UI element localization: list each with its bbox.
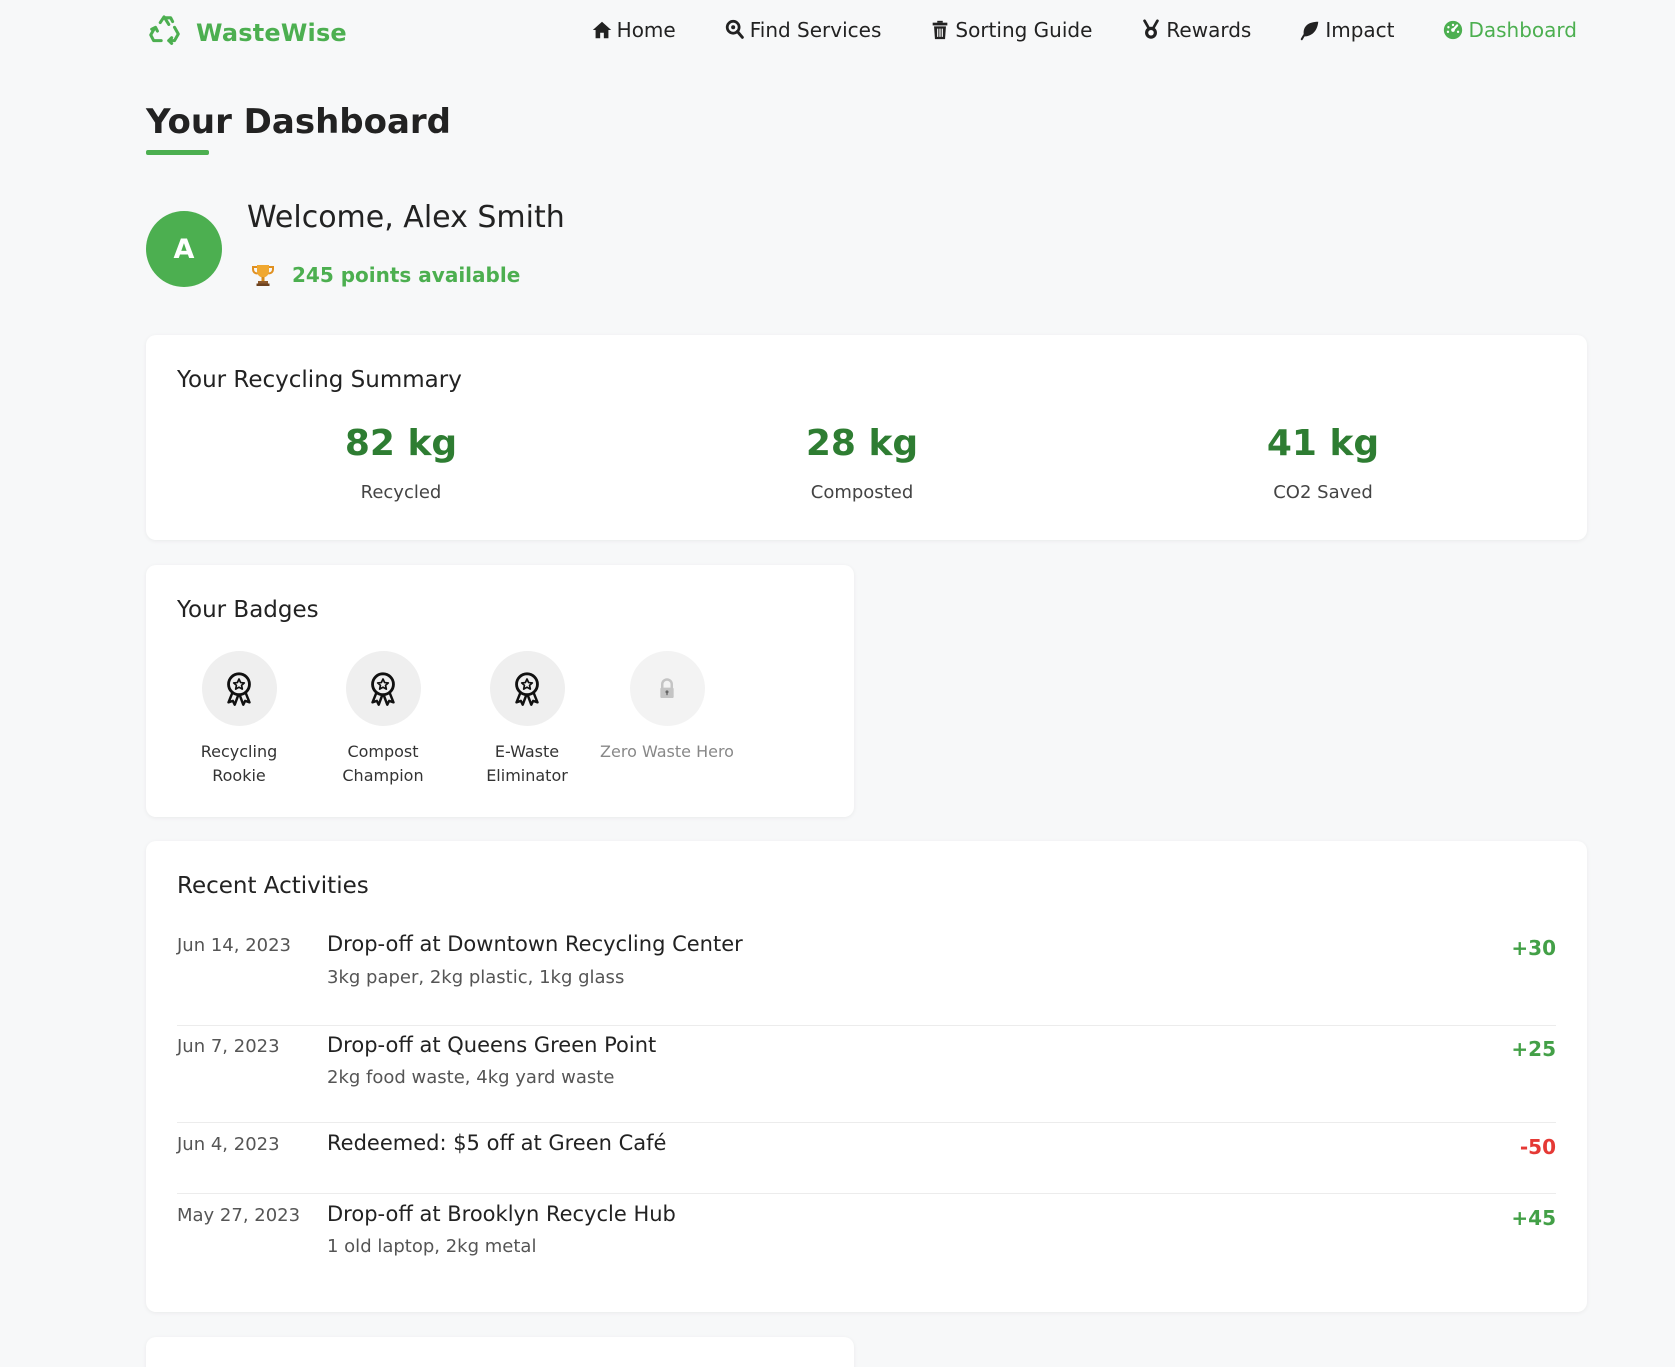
badge-circle xyxy=(489,651,565,726)
badge-label-line1: E-Waste xyxy=(494,742,560,761)
activity-detail: 2kg food waste, 4kg yard waste xyxy=(327,1067,615,1088)
stat-composted: 28 kg Composted xyxy=(712,423,1012,503)
stat-label: Recycled xyxy=(360,482,442,503)
badge-label-line1: Compost xyxy=(347,742,419,761)
activity-date: Jun 14, 2023 xyxy=(177,935,292,956)
activity-row: May 27, 2023 Drop-off at Brooklyn Recycl… xyxy=(177,1194,1556,1284)
award-icon xyxy=(371,671,395,706)
activity-row: Jun 4, 2023 Redeemed: $5 off at Green Ca… xyxy=(177,1123,1556,1194)
activity-title: Drop-off at Downtown Recycling Center xyxy=(327,932,743,956)
badge-circle xyxy=(629,651,705,726)
activity-row: Jun 14, 2023 Drop-off at Downtown Recycl… xyxy=(177,925,1556,1026)
dashboard-icon xyxy=(1444,20,1463,40)
stat-label: CO2 Saved xyxy=(1273,482,1373,503)
badge-label-line2: Champion xyxy=(342,766,424,785)
points-summary: 245 points available xyxy=(250,262,520,288)
badge-e-waste-eliminator[interactable]: E-Waste Eliminator xyxy=(457,651,597,788)
badge-label: Zero Waste Hero xyxy=(597,740,737,764)
activity-points: -50 xyxy=(1519,1135,1556,1159)
activity-points: +30 xyxy=(1511,936,1556,960)
next-section-card xyxy=(146,1337,854,1367)
activity-detail: 1 old laptop, 2kg metal xyxy=(327,1236,537,1257)
map-pin-icon xyxy=(725,19,744,39)
badge-circle xyxy=(345,651,421,726)
activities-title: Recent Activities xyxy=(177,873,369,899)
activity-date: Jun 7, 2023 xyxy=(177,1036,280,1057)
activity-detail: 3kg paper, 2kg plastic, 1kg glass xyxy=(327,967,625,988)
badge-label: Compost Champion xyxy=(313,740,453,788)
recent-activities-card: Recent Activities Jun 14, 2023 Drop-off … xyxy=(146,841,1587,1312)
top-navbar: WasteWise Home Find Services Sorting Gui… xyxy=(146,14,1587,54)
activity-date: Jun 4, 2023 xyxy=(177,1134,280,1155)
stat-value: 28 kg xyxy=(805,423,919,464)
nav-find-services[interactable]: Find Services xyxy=(724,18,882,42)
badge-label-line2: Rookie xyxy=(212,766,266,785)
badge-compost-champion[interactable]: Compost Champion xyxy=(313,651,453,788)
medal-icon xyxy=(1143,19,1160,39)
badge-circle xyxy=(201,651,277,726)
stat-label: Composted xyxy=(810,482,914,503)
recycle-icon xyxy=(149,15,180,45)
summary-title: Your Recycling Summary xyxy=(177,367,462,393)
badge-label: E-Waste Eliminator xyxy=(457,740,597,788)
nav-sorting-guide-label: Sorting Guide xyxy=(955,18,1093,42)
stat-value: 82 kg xyxy=(344,423,458,464)
title-underline xyxy=(146,150,209,155)
badge-label-line2: Eliminator xyxy=(486,766,568,785)
nav-dashboard[interactable]: Dashboard xyxy=(1442,18,1577,42)
nav-links: Home Find Services Sorting Guide Rewards… xyxy=(543,18,1577,42)
badge-label-line1: Zero Waste Hero xyxy=(600,742,734,761)
badge-label: Recycling Rookie xyxy=(169,740,309,788)
brand-name: WasteWise xyxy=(196,19,347,47)
lock-icon xyxy=(660,677,674,698)
stat-recycled: 82 kg Recycled xyxy=(251,423,551,503)
nav-impact[interactable]: Impact xyxy=(1299,18,1394,42)
badges-title: Your Badges xyxy=(177,597,319,623)
trophy-icon xyxy=(252,265,274,286)
activity-title: Redeemed: $5 off at Green Café xyxy=(327,1131,667,1155)
badges-card: Your Badges Recycling Rookie Compost Cha… xyxy=(146,565,854,817)
nav-rewards-label: Rewards xyxy=(1166,18,1252,42)
points-available: 245 points available xyxy=(292,263,521,287)
activity-row: Jun 7, 2023 Drop-off at Queens Green Poi… xyxy=(177,1026,1556,1123)
nav-sorting-guide[interactable]: Sorting Guide xyxy=(929,18,1092,42)
badge-label-line1: Recycling xyxy=(200,742,278,761)
welcome-heading: Welcome, Alex Smith xyxy=(247,200,565,235)
nav-find-services-label: Find Services xyxy=(749,18,882,42)
stat-co2-saved: 41 kg CO2 Saved xyxy=(1173,423,1473,503)
award-icon xyxy=(515,671,539,706)
activity-title: Drop-off at Brooklyn Recycle Hub xyxy=(327,1202,676,1226)
brand-logo[interactable]: WasteWise xyxy=(146,14,347,52)
page-title: Your Dashboard xyxy=(146,102,452,142)
award-icon xyxy=(227,671,251,706)
activity-points: +45 xyxy=(1511,1206,1556,1230)
activity-title: Drop-off at Queens Green Point xyxy=(327,1033,657,1057)
activity-points: +25 xyxy=(1511,1037,1556,1061)
trash-icon xyxy=(933,20,948,40)
badge-recycling-rookie[interactable]: Recycling Rookie xyxy=(169,651,309,788)
recycling-summary-card: Your Recycling Summary 82 kg Recycled 28… xyxy=(146,335,1587,540)
activity-date: May 27, 2023 xyxy=(177,1205,301,1226)
stat-value: 41 kg xyxy=(1266,423,1380,464)
nav-impact-label: Impact xyxy=(1325,18,1395,42)
nav-dashboard-label: Dashboard xyxy=(1468,18,1577,42)
badge-zero-waste-hero[interactable]: Zero Waste Hero xyxy=(597,651,737,764)
home-icon xyxy=(592,21,611,39)
avatar: A xyxy=(146,211,222,287)
nav-home[interactable]: Home xyxy=(591,18,676,42)
leaf-icon xyxy=(1301,21,1319,41)
nav-home-label: Home xyxy=(616,18,676,42)
nav-rewards[interactable]: Rewards xyxy=(1140,18,1251,42)
